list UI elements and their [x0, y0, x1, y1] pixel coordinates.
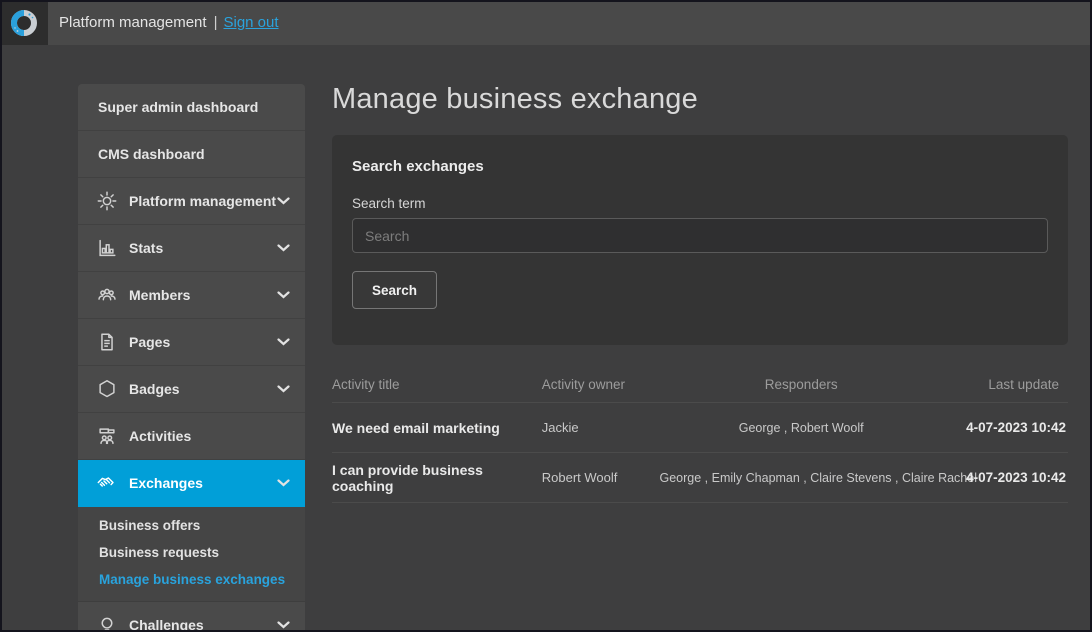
- sidebar-item-label: Stats: [129, 240, 163, 256]
- sign-out-link[interactable]: Sign out: [223, 14, 278, 31]
- sidebar-item-label: Exchanges: [129, 475, 203, 491]
- activities-icon: [96, 425, 118, 447]
- sidebar-item-members[interactable]: Members: [78, 272, 305, 319]
- sidebar-item-stats[interactable]: Stats: [78, 225, 305, 272]
- sidebar: Super admin dashboard CMS dashboard Platfo…: [78, 84, 305, 632]
- logo-ring-icon: [9, 8, 39, 38]
- search-panel: Search exchanges Search term Search: [332, 135, 1068, 345]
- chevron-down-icon: [277, 197, 290, 205]
- column-header-last-update: Last update: [943, 377, 1068, 392]
- topbar: Platform management | Sign out: [0, 0, 1092, 45]
- chevron-down-icon: [277, 385, 290, 393]
- sidebar-item-label: Badges: [129, 381, 180, 397]
- sidebar-item-label: Members: [129, 287, 190, 303]
- cell-activity-owner: Robert Woolf: [542, 470, 660, 485]
- sidebar-subitem-manage-business-exchanges[interactable]: Manage business exchanges: [78, 566, 305, 593]
- column-header-activity-owner: Activity owner: [542, 377, 660, 392]
- cell-activity-title: I can provide business coaching: [332, 462, 542, 494]
- chevron-down-icon: [277, 479, 290, 487]
- sidebar-item-label: Pages: [129, 334, 170, 350]
- search-term-label: Search term: [352, 196, 1048, 211]
- sidebar-item-label: Activities: [129, 428, 191, 444]
- table-row[interactable]: I can provide business coachingRobert Wo…: [332, 453, 1068, 503]
- chevron-down-icon: [277, 621, 290, 629]
- sidebar-item-challenges[interactable]: Challenges: [78, 602, 305, 632]
- cell-responders: George , Robert Woolf: [660, 421, 943, 435]
- members-icon: [96, 284, 118, 306]
- column-header-responders: Responders: [660, 377, 943, 392]
- table-row[interactable]: We need email marketingJackieGeorge , Ro…: [332, 403, 1068, 453]
- exchanges-icon: [96, 472, 118, 494]
- gear-icon: [96, 190, 118, 212]
- exchanges-table: Activity title Activity owner Responders…: [332, 377, 1068, 503]
- search-button[interactable]: Search: [352, 271, 437, 309]
- topbar-text: Platform management | Sign out: [59, 14, 279, 31]
- badge-icon: [96, 378, 118, 400]
- sidebar-item-platform-management[interactable]: Platform management: [78, 178, 305, 225]
- cell-last-update: 4-07-2023 10:42: [943, 470, 1068, 485]
- search-input[interactable]: [352, 218, 1048, 253]
- sidebar-item-exchanges[interactable]: Exchanges: [78, 460, 305, 507]
- topbar-separator: |: [214, 14, 218, 31]
- page-title: Manage business exchange: [332, 83, 698, 116]
- chevron-down-icon: [277, 291, 290, 299]
- topbar-title: Platform management: [59, 14, 207, 31]
- challenges-icon: [96, 614, 118, 632]
- search-panel-title: Search exchanges: [352, 158, 1048, 175]
- chevron-down-icon: [277, 244, 290, 252]
- sidebar-item-activities[interactable]: Activities: [78, 413, 305, 460]
- sidebar-menu: Super admin dashboard CMS dashboard Platfo…: [78, 84, 305, 632]
- chevron-down-icon: [277, 338, 290, 346]
- sidebar-item-pages[interactable]: Pages: [78, 319, 305, 366]
- sidebar-item-label: Super admin dashboard: [98, 99, 258, 115]
- sidebar-subitem-business-requests[interactable]: Business requests: [78, 539, 305, 566]
- cell-activity-owner: Jackie: [542, 420, 660, 435]
- sidebar-item-super-admin-dashboard[interactable]: Super admin dashboard: [78, 84, 305, 131]
- table-body: We need email marketingJackieGeorge , Ro…: [332, 403, 1068, 503]
- sidebar-item-cms-dashboard[interactable]: CMS dashboard: [78, 131, 305, 178]
- sidebar-item-label: CMS dashboard: [98, 146, 205, 162]
- sidebar-subitem-business-offers[interactable]: Business offers: [78, 512, 305, 539]
- cell-last-update: 4-07-2023 10:42: [943, 420, 1068, 435]
- sidebar-item-label: Platform management: [129, 193, 276, 209]
- sidebar-submenu-exchanges: Business offersBusiness requestsManage b…: [78, 507, 305, 602]
- cell-activity-title: We need email marketing: [332, 420, 542, 436]
- pages-icon: [96, 331, 118, 353]
- sidebar-item-badges[interactable]: Badges: [78, 366, 305, 413]
- cell-responders: George , Emily Chapman , Claire Stevens …: [660, 471, 943, 485]
- column-header-activity-title: Activity title: [332, 377, 542, 392]
- sidebar-item-label: Challenges: [129, 617, 204, 632]
- app-logo[interactable]: [0, 0, 48, 45]
- stats-icon: [96, 237, 118, 259]
- table-header-row: Activity title Activity owner Responders…: [332, 377, 1068, 403]
